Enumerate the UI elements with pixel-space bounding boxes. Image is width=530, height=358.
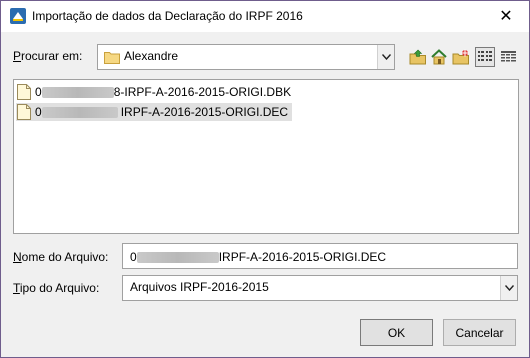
new-folder-icon <box>452 49 469 65</box>
home-icon <box>431 49 447 65</box>
file-chooser-dialog: Importação de dados da Declaração do IRP… <box>0 0 530 358</box>
filename-value: 0 IRPF-A-2016-2015-ORIGI.DEC <box>130 250 386 264</box>
look-in-dropdown-arrow[interactable] <box>377 45 394 69</box>
file-name-prefix: 0 <box>35 85 42 99</box>
filetype-value: Arquivos IRPF-2016-2015 <box>130 280 269 294</box>
redacted-text <box>136 251 219 263</box>
up-folder-icon <box>409 49 426 65</box>
list-view-icon <box>478 51 492 61</box>
file-icon <box>17 84 31 100</box>
filetype-dropdown-arrow[interactable] <box>500 276 517 300</box>
window-title: Importação de dados da Declaração do IRP… <box>32 9 303 23</box>
close-button[interactable]: ✕ <box>483 1 529 31</box>
filename-prefix: 0 <box>130 250 137 264</box>
filename-text: IRPF-A-2016-2015-ORIGI.DEC <box>218 250 387 264</box>
look-in-label: Procurar em: <box>13 49 83 63</box>
file-name: IRPF-A-2016-2015-ORIGI.DEC <box>120 105 289 119</box>
chevron-down-icon <box>504 285 514 291</box>
filename-input[interactable]: 0 IRPF-A-2016-2015-ORIGI.DEC <box>122 243 518 269</box>
details-view-icon <box>500 51 516 62</box>
cancel-button[interactable]: Cancelar <box>443 319 516 346</box>
file-icon <box>17 104 31 120</box>
file-list-item[interactable]: 0 8-IRPF-A-2016-2015-ORIGI.DBK <box>16 83 295 101</box>
filename-label: Nome do Arquivo: <box>13 250 109 264</box>
details-view-toggle[interactable] <box>498 47 518 67</box>
look-in-combo[interactable]: Alexandre <box>97 44 395 70</box>
list-view-toggle[interactable] <box>475 47 495 67</box>
chevron-down-icon <box>381 54 391 60</box>
file-list-item-selected[interactable]: 0 IRPF-A-2016-2015-ORIGI.DEC <box>16 103 293 121</box>
up-folder-button[interactable] <box>408 47 428 67</box>
close-icon: ✕ <box>499 8 513 25</box>
file-name: 8-IRPF-A-2016-2015-ORIGI.DBK <box>113 85 292 99</box>
redacted-text <box>41 106 118 118</box>
look-in-value: Alexandre <box>124 49 179 63</box>
ok-button[interactable]: OK <box>360 319 433 346</box>
title-bar: Importação de dados da Declaração do IRP… <box>1 1 529 32</box>
filetype-label: Tipo do Arquivo: <box>13 281 100 295</box>
new-folder-button[interactable] <box>451 47 471 67</box>
file-name-prefix: 0 <box>35 105 42 119</box>
filetype-combo[interactable]: Arquivos IRPF-2016-2015 <box>122 275 518 301</box>
irpf-app-icon <box>10 8 26 24</box>
file-list[interactable]: 0 8-IRPF-A-2016-2015-ORIGI.DBK 0 IRPF-A-… <box>13 79 519 234</box>
redacted-text <box>41 86 114 98</box>
home-button[interactable] <box>429 47 449 67</box>
folder-icon <box>104 52 120 64</box>
